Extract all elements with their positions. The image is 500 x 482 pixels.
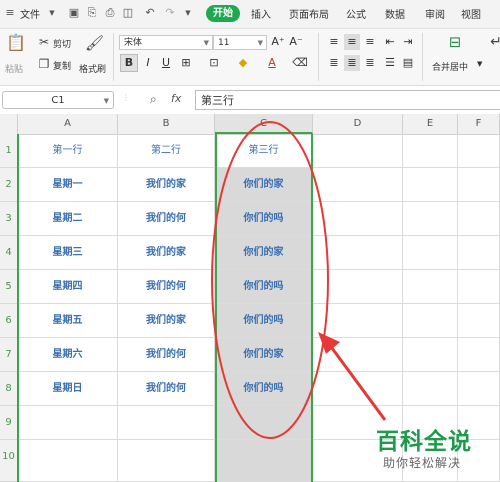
annotation-overlay xyxy=(211,121,387,439)
arrow-line xyxy=(324,339,387,421)
watermark-slogan: 助你轻松解决 xyxy=(383,456,462,470)
watermark-brand: 百科全说 xyxy=(376,429,472,455)
highlight-ellipse xyxy=(211,121,329,439)
